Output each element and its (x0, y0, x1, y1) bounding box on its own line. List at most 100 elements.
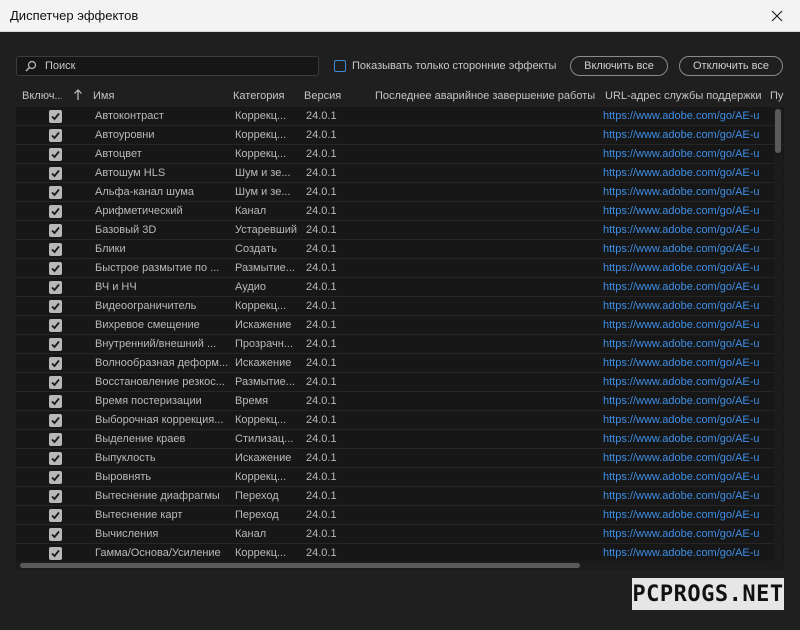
table-row[interactable]: Быстрое размытие по ... Размытие... 24.0.1… (16, 259, 784, 278)
checkbox-box[interactable] (334, 60, 346, 72)
enabled-checkbox[interactable] (49, 110, 62, 123)
table-row[interactable]: Выровнять Коррекц... 24.0.1 https://www.ado… (16, 468, 784, 487)
enabled-checkbox[interactable] (49, 281, 62, 294)
support-url-link[interactable]: https://www.adobe.com/go/AE-u (603, 452, 778, 464)
enable-all-button[interactable]: Включить все (570, 56, 668, 76)
horizontal-scrollbar-thumb[interactable] (20, 563, 580, 568)
enabled-checkbox[interactable] (49, 129, 62, 142)
enabled-checkbox[interactable] (49, 167, 62, 180)
enabled-checkbox[interactable] (49, 471, 62, 484)
sort-arrow-up-icon[interactable] (73, 89, 83, 101)
support-url-link[interactable]: https://www.adobe.com/go/AE-u (603, 414, 778, 426)
support-url-link[interactable]: https://www.adobe.com/go/AE-u (603, 186, 778, 198)
column-header-name[interactable]: Имя (93, 90, 114, 102)
support-url-link[interactable]: https://www.adobe.com/go/AE-u (603, 262, 778, 274)
support-url-link[interactable]: https://www.adobe.com/go/AE-u (603, 528, 778, 540)
third-party-only-checkbox[interactable]: Показывать только сторонние эффекты (334, 58, 556, 74)
support-url-link[interactable]: https://www.adobe.com/go/AE-u (603, 338, 778, 350)
effect-category: Канал (235, 528, 267, 540)
vertical-scrollbar[interactable] (774, 107, 783, 561)
column-header-category[interactable]: Категория (233, 90, 284, 102)
support-url-link[interactable]: https://www.adobe.com/go/AE-u (603, 110, 778, 122)
enabled-checkbox[interactable] (49, 433, 62, 446)
enabled-checkbox[interactable] (49, 319, 62, 332)
effect-name: Автошум HLS (95, 167, 166, 179)
support-url-link[interactable]: https://www.adobe.com/go/AE-u (603, 490, 778, 502)
enabled-checkbox[interactable] (49, 395, 62, 408)
column-header-last-crash[interactable]: Последнее аварийное завершение работы (375, 90, 595, 102)
enabled-checkbox[interactable] (49, 376, 62, 389)
vertical-scrollbar-thumb[interactable] (775, 109, 781, 153)
support-url-link[interactable]: https://www.adobe.com/go/AE-u (603, 509, 778, 521)
effect-category: Коррекц... (235, 110, 287, 122)
enabled-checkbox[interactable] (49, 547, 62, 560)
table-row[interactable]: Время постеризации Время 24.0.1 https://www… (16, 392, 784, 411)
enabled-checkbox[interactable] (49, 490, 62, 503)
column-header-support-url[interactable]: URL-адрес службы поддержки (605, 90, 762, 102)
third-party-only-label: Показывать только сторонние эффекты (352, 60, 557, 72)
table-row[interactable]: Автошум HLS Шум и зе... 24.0.1 https://www.… (16, 164, 784, 183)
enabled-checkbox[interactable] (49, 262, 62, 275)
support-url-link[interactable]: https://www.adobe.com/go/AE-u (603, 433, 778, 445)
table-row[interactable]: Выпуклость Искажение 24.0.1 https://www.ado… (16, 449, 784, 468)
checkmark-icon (51, 530, 60, 539)
support-url-link[interactable]: https://www.adobe.com/go/AE-u (603, 376, 778, 388)
enabled-checkbox[interactable] (49, 357, 62, 370)
disable-all-button[interactable]: Отключить все (679, 56, 783, 76)
support-url-link[interactable]: https://www.adobe.com/go/AE-u (603, 300, 778, 312)
enabled-checkbox[interactable] (49, 148, 62, 161)
support-url-link[interactable]: https://www.adobe.com/go/AE-u (603, 224, 778, 236)
table-row[interactable]: Выделение краев Стилизац... 24.0.1 https://… (16, 430, 784, 449)
table-row[interactable]: Арифметический Канал 24.0.1 https://www.ado… (16, 202, 784, 221)
column-header-enabled[interactable]: Включ... (22, 90, 62, 102)
horizontal-scrollbar[interactable] (16, 561, 784, 570)
effect-version: 24.0.1 (306, 376, 337, 388)
table-row[interactable]: Автоуровни Коррекц... 24.0.1 https://www.ad… (16, 126, 784, 145)
support-url-link[interactable]: https://www.adobe.com/go/AE-u (603, 129, 778, 141)
table-row[interactable]: Выборочная коррекция... Коррекц... 24.0.1 h… (16, 411, 784, 430)
effect-category: Коррекц... (235, 148, 287, 160)
enabled-checkbox[interactable] (49, 186, 62, 199)
support-url-link[interactable]: https://www.adobe.com/go/AE-u (603, 547, 778, 559)
enabled-checkbox[interactable] (49, 338, 62, 351)
table-row[interactable]: Восстановление резкос... Размытие... 24.0.… (16, 373, 784, 392)
table-row[interactable]: Автоцвет Коррекц... 24.0.1 https://www.adob… (16, 145, 784, 164)
enabled-checkbox[interactable] (49, 509, 62, 522)
table-row[interactable]: Базовый 3D Устаревший 24.0.1 https://www.ad… (16, 221, 784, 240)
enabled-checkbox[interactable] (49, 528, 62, 541)
support-url-link[interactable]: https://www.adobe.com/go/AE-u (603, 148, 778, 160)
enabled-checkbox[interactable] (49, 300, 62, 313)
support-url-link[interactable]: https://www.adobe.com/go/AE-u (603, 357, 778, 369)
enabled-checkbox[interactable] (49, 414, 62, 427)
support-url-link[interactable]: https://www.adobe.com/go/AE-u (603, 471, 778, 483)
close-button[interactable] (754, 0, 800, 32)
table-row[interactable]: Вычисления Канал 24.0.1 https://www.adobe.c… (16, 525, 784, 544)
table-row[interactable]: ВЧ и НЧ Аудио 24.0.1 https://www.adobe.com/… (16, 278, 784, 297)
effects-table: Включ... Имя Категория Версия Последнее … (16, 87, 784, 597)
table-row[interactable]: Видеоограничитель Коррекц... 24.0.1 https:/… (16, 297, 784, 316)
table-row[interactable]: Автоконтраст Коррекц... 24.0.1 https://www.… (16, 107, 784, 126)
effect-name: Выделение краев (95, 433, 186, 445)
search-input[interactable]: Поиск (16, 56, 319, 76)
column-header-version[interactable]: Версия (304, 90, 341, 102)
effect-version: 24.0.1 (306, 319, 337, 331)
table-row[interactable]: Вытеснение карт Переход 24.0.1 https://www.… (16, 506, 784, 525)
table-row[interactable]: Блики Создать 24.0.1 https://www.adobe.com/… (16, 240, 784, 259)
enabled-checkbox[interactable] (49, 452, 62, 465)
enabled-checkbox[interactable] (49, 243, 62, 256)
table-row[interactable]: Внутренний/внешний ... Прозрачн... 24.0.1 h… (16, 335, 784, 354)
enabled-checkbox[interactable] (49, 224, 62, 237)
table-row[interactable]: Вихревое смещение Искажение 24.0.1 https://… (16, 316, 784, 335)
support-url-link[interactable]: https://www.adobe.com/go/AE-u (603, 167, 778, 179)
support-url-link[interactable]: https://www.adobe.com/go/AE-u (603, 281, 778, 293)
support-url-link[interactable]: https://www.adobe.com/go/AE-u (603, 319, 778, 331)
support-url-link[interactable]: https://www.adobe.com/go/AE-u (603, 243, 778, 255)
support-url-link[interactable]: https://www.adobe.com/go/AE-u (603, 395, 778, 407)
effect-name: Восстановление резкос... (95, 376, 225, 388)
support-url-link[interactable]: https://www.adobe.com/go/AE-u (603, 205, 778, 217)
enabled-checkbox[interactable] (49, 205, 62, 218)
table-row[interactable]: Альфа-канал шума Шум и зе... 24.0.1 https:/… (16, 183, 784, 202)
column-header-extra[interactable]: Пу (770, 90, 784, 102)
table-row[interactable]: Волнообразная деформ... Искажение 24.0.1 ht… (16, 354, 784, 373)
table-row[interactable]: Вытеснение диафрагмы Переход 24.0.1 https:/… (16, 487, 784, 506)
